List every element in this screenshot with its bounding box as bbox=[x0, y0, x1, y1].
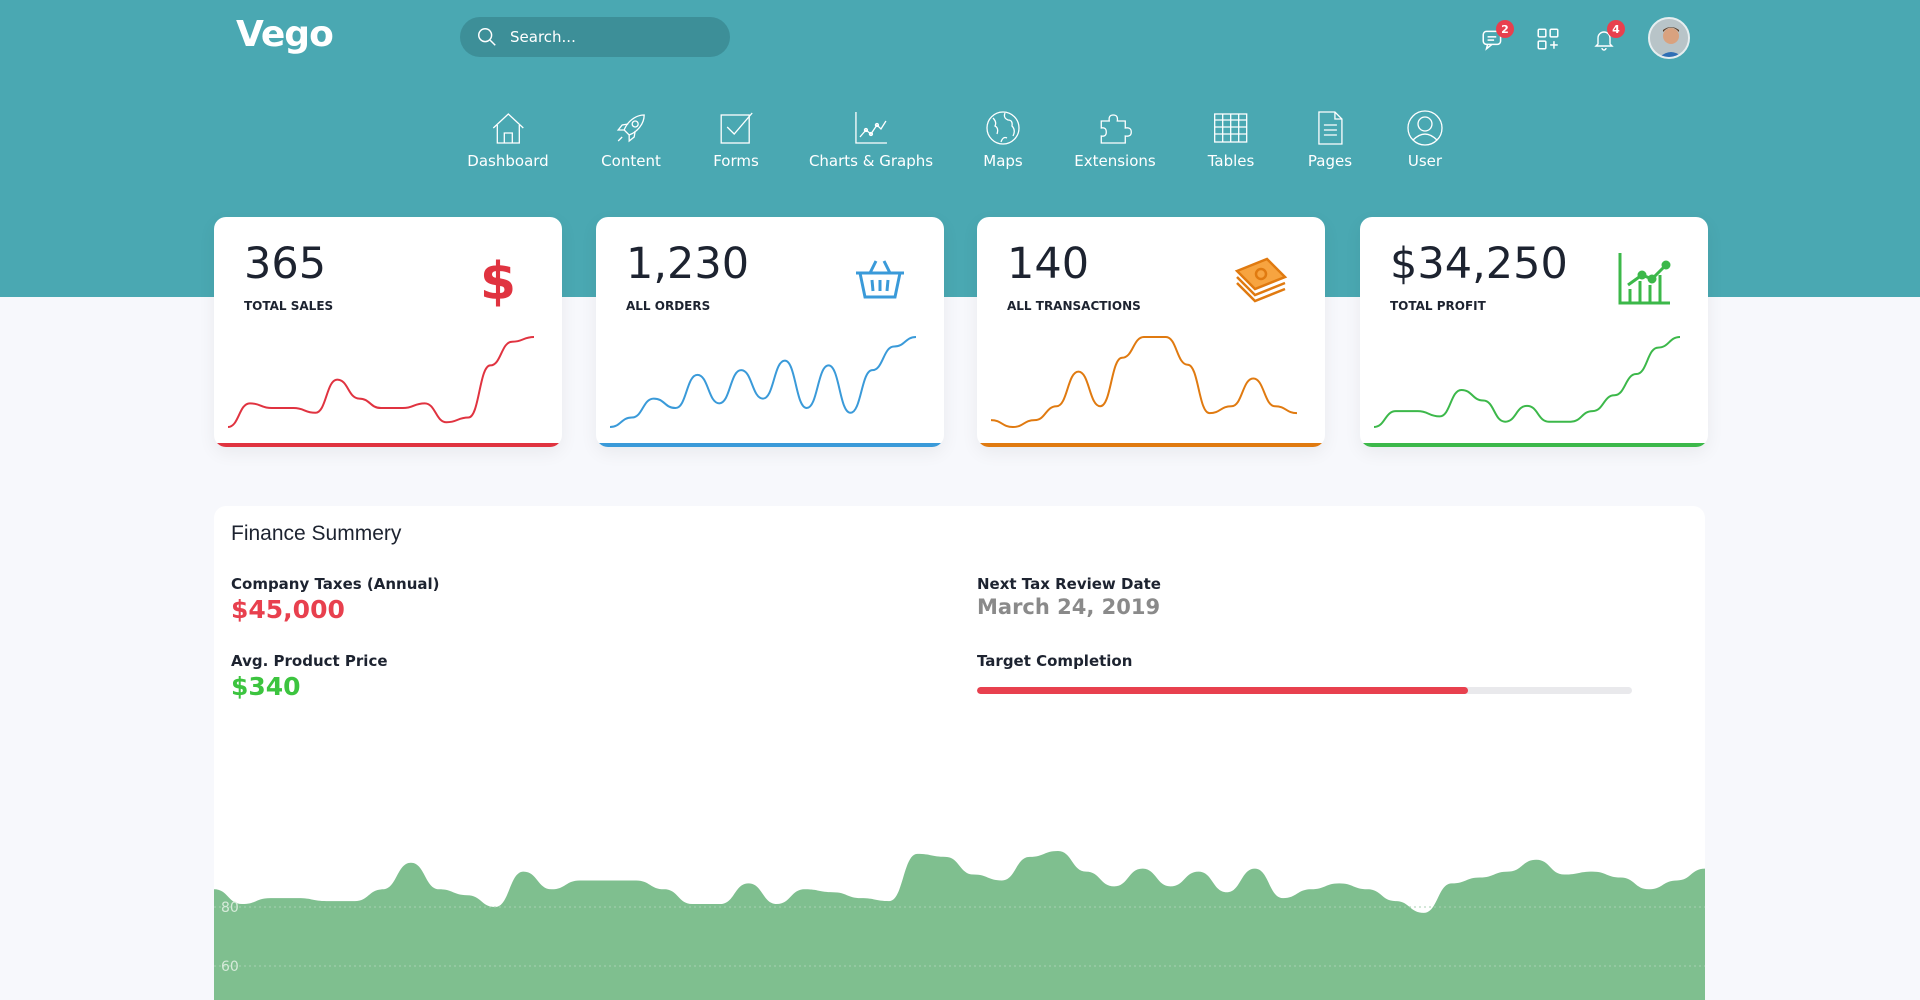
stat-label: TOTAL SALES bbox=[244, 299, 334, 313]
stat-label: ALL ORDERS bbox=[626, 299, 711, 313]
stat-card-total-profit[interactable]: $34,250 TOTAL PROFIT bbox=[1360, 217, 1708, 447]
top-bar: Vego 2 4 bbox=[0, 0, 1920, 75]
sparkline-path bbox=[609, 336, 917, 428]
sparkline bbox=[227, 336, 535, 428]
notifications-badge: 4 bbox=[1607, 20, 1625, 38]
card-accent-line bbox=[980, 443, 1322, 447]
nav-item-content[interactable]: Content bbox=[601, 108, 661, 170]
nav-item-user[interactable]: User bbox=[1405, 108, 1445, 170]
nav-label: Content bbox=[601, 152, 661, 170]
sparkline bbox=[1373, 336, 1681, 428]
avatar[interactable] bbox=[1648, 17, 1690, 59]
apps-icon bbox=[1537, 28, 1559, 50]
finance-area-chart: 406080 bbox=[214, 850, 1705, 1000]
progress-fill bbox=[977, 687, 1469, 694]
nav-item-forms[interactable]: Forms bbox=[713, 108, 759, 170]
nav-item-charts-graphs[interactable]: Charts & Graphs bbox=[809, 108, 933, 170]
money-icon bbox=[1234, 257, 1288, 303]
company-taxes-label: Company Taxes (Annual) bbox=[231, 575, 440, 593]
stat-label: ALL TRANSACTIONS bbox=[1007, 299, 1141, 313]
main-nav: Dashboard Content Forms Charts & Graphs … bbox=[0, 108, 1920, 188]
nav-label: Forms bbox=[713, 152, 759, 170]
sparkline bbox=[609, 336, 917, 428]
nav-item-maps[interactable]: Maps bbox=[983, 108, 1023, 170]
stat-value: 1,230 bbox=[626, 239, 750, 289]
svg-text:$: $ bbox=[480, 252, 516, 307]
avg-price-value: $340 bbox=[231, 672, 301, 701]
nav-item-extensions[interactable]: Extensions bbox=[1074, 108, 1156, 170]
nav-label: Pages bbox=[1307, 152, 1353, 170]
puzzle-icon bbox=[1100, 114, 1132, 144]
stat-label: TOTAL PROFIT bbox=[1390, 299, 1486, 313]
nav-label: User bbox=[1407, 152, 1443, 170]
next-review-value: March 24, 2019 bbox=[977, 595, 1161, 619]
stat-value: 140 bbox=[1007, 239, 1090, 289]
nav-label: Extensions bbox=[1074, 152, 1156, 170]
company-taxes-value: $45,000 bbox=[231, 595, 345, 624]
home-icon bbox=[492, 113, 524, 144]
y-tick-label: 60 bbox=[221, 959, 239, 975]
search-box[interactable] bbox=[460, 17, 730, 57]
avg-price-label: Avg. Product Price bbox=[231, 652, 388, 670]
sparkline-path bbox=[990, 336, 1298, 429]
nav-item-dashboard[interactable]: Dashboard bbox=[467, 108, 549, 170]
search-input[interactable] bbox=[510, 28, 700, 46]
nav-label: Maps bbox=[983, 152, 1023, 170]
growth-chart-icon bbox=[1618, 253, 1671, 305]
dollar-icon: $ bbox=[480, 252, 516, 307]
target-progress-bar bbox=[977, 687, 1632, 694]
nav-item-tables[interactable]: Tables bbox=[1207, 108, 1255, 170]
y-tick-label: 80 bbox=[221, 900, 239, 916]
stat-value: 365 bbox=[244, 239, 327, 289]
finance-summary-panel: Finance Summery Company Taxes (Annual) $… bbox=[214, 506, 1705, 1000]
nav-label: Dashboard bbox=[467, 152, 549, 170]
basket-icon bbox=[856, 260, 904, 299]
line-chart-icon bbox=[855, 112, 887, 144]
sparkline bbox=[990, 336, 1298, 429]
checkbox-icon bbox=[720, 112, 753, 144]
panel-title: Finance Summery bbox=[231, 522, 402, 545]
target-completion-label: Target Completion bbox=[977, 652, 1133, 670]
sparkline-path bbox=[1373, 336, 1681, 428]
apps-button[interactable] bbox=[1533, 24, 1563, 54]
user-avatar-icon bbox=[1650, 19, 1688, 57]
logo[interactable]: Vego bbox=[236, 14, 334, 55]
user-icon bbox=[1407, 110, 1443, 146]
search-icon bbox=[478, 28, 496, 46]
stat-card-all-transactions[interactable]: 140 ALL TRANSACTIONS bbox=[977, 217, 1325, 447]
card-accent-line bbox=[217, 443, 559, 447]
card-accent-line bbox=[1363, 443, 1705, 447]
area-series bbox=[214, 850, 1705, 1000]
stat-card-total-sales[interactable]: 365 TOTAL SALES $ bbox=[214, 217, 562, 447]
table-icon bbox=[1214, 113, 1248, 143]
document-icon bbox=[1318, 111, 1343, 145]
nav-item-pages[interactable]: Pages bbox=[1308, 108, 1352, 170]
nav-label: Tables bbox=[1207, 152, 1255, 170]
rocket-icon bbox=[616, 114, 645, 143]
stat-value: $34,250 bbox=[1390, 239, 1568, 289]
globe-icon bbox=[986, 111, 1020, 145]
next-review-label: Next Tax Review Date bbox=[977, 575, 1161, 593]
messages-badge: 2 bbox=[1496, 20, 1514, 38]
card-accent-line bbox=[599, 443, 941, 447]
stat-card-all-orders[interactable]: 1,230 ALL ORDERS bbox=[596, 217, 944, 447]
messages-button[interactable]: 2 bbox=[1478, 20, 1514, 54]
notifications-button[interactable]: 4 bbox=[1589, 20, 1625, 54]
sparkline-path bbox=[227, 336, 535, 428]
nav-label: Charts & Graphs bbox=[808, 152, 934, 170]
